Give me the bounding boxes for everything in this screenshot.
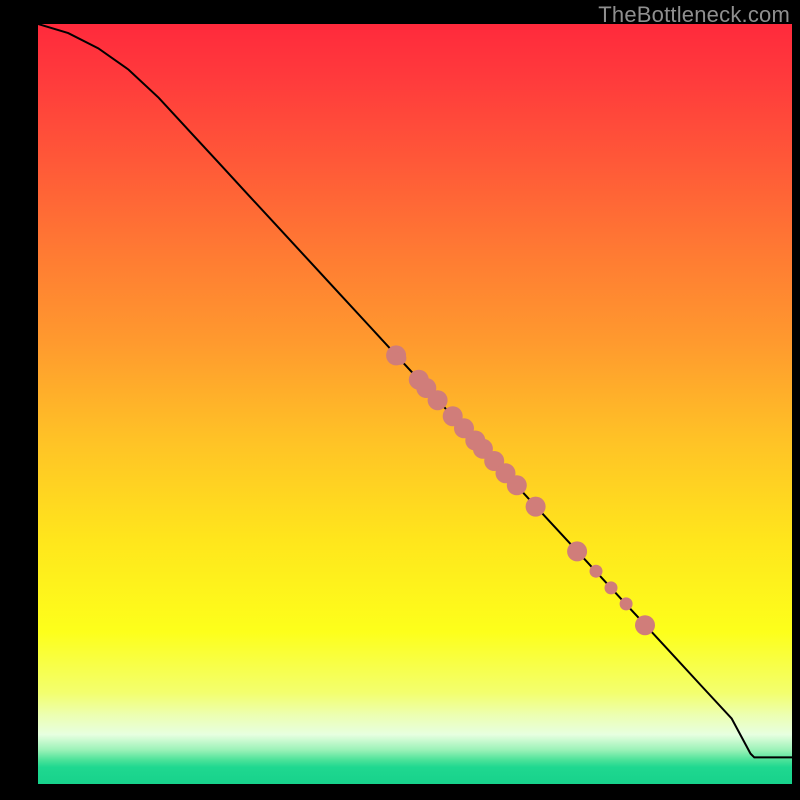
highlight-point bbox=[605, 581, 618, 594]
highlight-point bbox=[428, 390, 448, 410]
highlight-point bbox=[567, 541, 587, 561]
highlight-point bbox=[590, 565, 603, 578]
highlight-point bbox=[526, 497, 546, 517]
highlight-point bbox=[620, 597, 633, 610]
highlight-point bbox=[635, 615, 655, 635]
bottleneck-chart bbox=[0, 0, 800, 800]
chart-container: TheBottleneck.com bbox=[0, 0, 800, 800]
highlight-point bbox=[393, 352, 406, 365]
highlight-point bbox=[507, 475, 527, 495]
